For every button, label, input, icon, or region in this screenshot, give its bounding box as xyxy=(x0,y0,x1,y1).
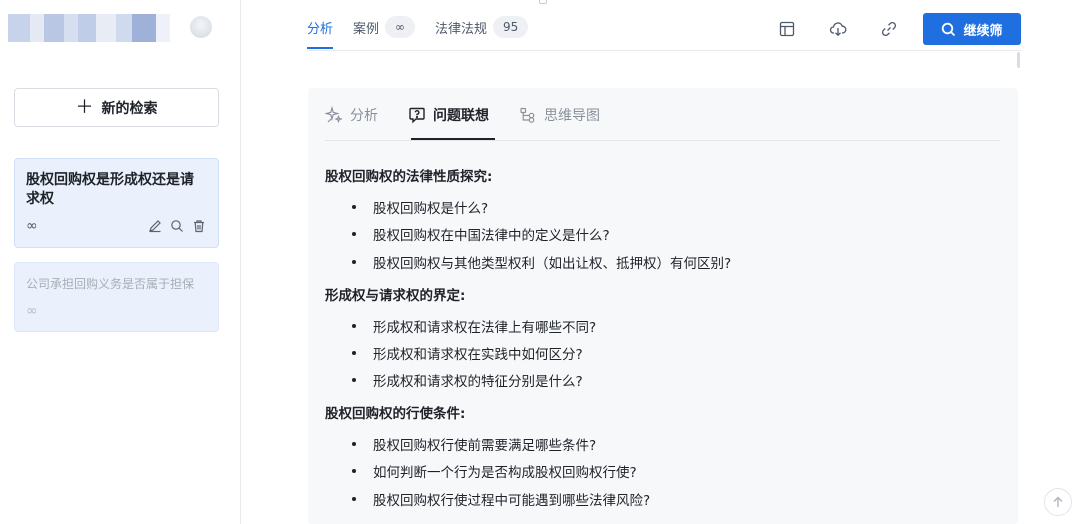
tab-laws[interactable]: 法律法规 95 xyxy=(435,14,529,40)
mindmap-icon xyxy=(520,107,535,123)
scrollbar-thumb[interactable] xyxy=(1017,52,1020,68)
question-item[interactable]: 股权回购权行使过程中可能遇到哪些法律风险? xyxy=(352,489,650,509)
bullet xyxy=(352,351,356,355)
search-icon[interactable] xyxy=(170,219,184,233)
tab-count-badge: ∞ xyxy=(385,16,416,38)
link-icon[interactable] xyxy=(880,20,898,38)
bullet xyxy=(352,378,356,382)
question-text: 股权回购权与其他类型权利（如出让权、抵押权）有何区别? xyxy=(373,256,732,272)
section-title: 形成权与请求权的界定: xyxy=(325,288,466,304)
question-item[interactable]: 股权回购权在中国法律中的定义是什么? xyxy=(352,224,610,244)
history-item-title: 股权回购权是形成权还是请求权 xyxy=(26,172,194,207)
new-search-label: 新的检索 xyxy=(101,100,158,117)
subtab-label: 问题联想 xyxy=(433,108,489,124)
subtab-label: 分析 xyxy=(350,108,378,124)
subtab-analysis[interactable]: 分析 xyxy=(325,102,378,128)
trash-icon[interactable] xyxy=(192,219,206,233)
new-search-button[interactable]: ＋ 新的检索 xyxy=(14,88,219,127)
history-item-actions xyxy=(148,219,206,233)
continue-filter-button[interactable]: 继续筛 xyxy=(923,13,1021,45)
sidebar: ＋ 新的检索 股权回购权是形成权还是请求权 ∞ 公司承担回购义务是否属于担保 ∞ xyxy=(0,0,241,524)
question-item[interactable]: 股权回购权是什么? xyxy=(352,197,488,217)
edit-icon[interactable] xyxy=(148,219,162,233)
sparkle-icon xyxy=(325,106,343,124)
question-text: 形成权和请求权在实践中如何区分? xyxy=(373,347,583,363)
bullet xyxy=(352,260,356,264)
tab-count-badge: 95 xyxy=(493,16,529,38)
arrow-up-icon xyxy=(1053,496,1063,507)
question-text: 形成权和请求权的特征分别是什么? xyxy=(373,374,583,390)
user-bar xyxy=(8,14,218,42)
subtab-divider xyxy=(325,140,1000,141)
bullet xyxy=(352,205,356,209)
question-bubble-icon xyxy=(409,107,425,124)
bullet xyxy=(352,442,356,446)
bullet xyxy=(352,469,356,473)
window-handle xyxy=(539,0,547,4)
section-title: 股权回购权的法律性质探究: xyxy=(325,169,493,185)
question-item[interactable]: 形成权和请求权的特征分别是什么? xyxy=(352,370,583,390)
header-divider xyxy=(307,50,1021,51)
sub-tabs: 分析 问题联想 思维导图 xyxy=(325,102,630,142)
question-text: 股权回购权行使前需要满足哪些条件? xyxy=(373,438,597,454)
plus-icon: ＋ xyxy=(75,96,94,118)
question-text: 股权回购权行使过程中可能遇到哪些法律风险? xyxy=(373,493,651,509)
question-text: 股权回购权在中国法律中的定义是什么? xyxy=(373,228,610,244)
tab-label: 分析 xyxy=(307,21,334,37)
question-item[interactable]: 股权回购权行使前需要满足哪些条件? xyxy=(352,434,596,454)
question-text: 股权回购权是什么? xyxy=(373,201,489,217)
result-tabs: 分析 案例 ∞ 法律法规 95 xyxy=(307,14,548,50)
bullet xyxy=(352,324,356,328)
app-root: ＋ 新的检索 股权回购权是形成权还是请求权 ∞ 公司承担回购义务是否属于担保 ∞… xyxy=(0,0,1080,524)
question-item[interactable]: 形成权和请求权在实践中如何区分? xyxy=(352,343,583,363)
section-title: 股权回购权的行使条件: xyxy=(325,406,466,422)
active-tab-indicator xyxy=(307,47,333,49)
question-text: 形成权和请求权在法律上有哪些不同? xyxy=(373,320,597,336)
subtab-label: 思维导图 xyxy=(544,108,600,124)
table-icon[interactable] xyxy=(778,20,796,38)
tab-label: 案例 xyxy=(353,21,380,37)
question-item[interactable]: 如何判断一个行为是否构成股权回购权行使? xyxy=(352,461,637,481)
question-item[interactable]: 形成权和请求权在法律上有哪些不同? xyxy=(352,316,596,336)
history-item-active[interactable]: 股权回购权是形成权还是请求权 ∞ xyxy=(14,158,219,248)
history-item-mode: ∞ xyxy=(26,218,38,234)
history-item-mode: ∞ xyxy=(26,303,38,319)
subtab-mindmap[interactable]: 思维导图 xyxy=(519,102,600,128)
bullet xyxy=(352,497,356,501)
search-icon xyxy=(942,22,956,36)
subtab-related-questions[interactable]: 问题联想 xyxy=(408,102,489,128)
download-icon[interactable] xyxy=(829,20,847,38)
history-item[interactable]: 公司承担回购义务是否属于担保 ∞ xyxy=(14,262,219,332)
question-text: 如何判断一个行为是否构成股权回购权行使? xyxy=(373,465,637,481)
tab-analysis[interactable]: 分析 xyxy=(307,14,333,40)
blurred-username xyxy=(8,14,170,42)
bullet xyxy=(352,232,356,236)
history-item-title: 公司承担回购义务是否属于担保 xyxy=(26,277,195,291)
tab-cases[interactable]: 案例 ∞ xyxy=(353,14,416,40)
question-item[interactable]: 股权回购权与其他类型权利（如出让权、抵押权）有何区别? xyxy=(352,252,731,272)
back-to-top-button[interactable] xyxy=(1044,488,1072,516)
avatar[interactable] xyxy=(190,16,212,38)
tab-label: 法律法规 xyxy=(435,21,488,37)
content-panel: 分析 问题联想 思维导图 股权回购权的法律性质探究: 股权回购权是什么? 股权回… xyxy=(308,88,1018,524)
continue-filter-label: 继续筛 xyxy=(963,23,1003,39)
